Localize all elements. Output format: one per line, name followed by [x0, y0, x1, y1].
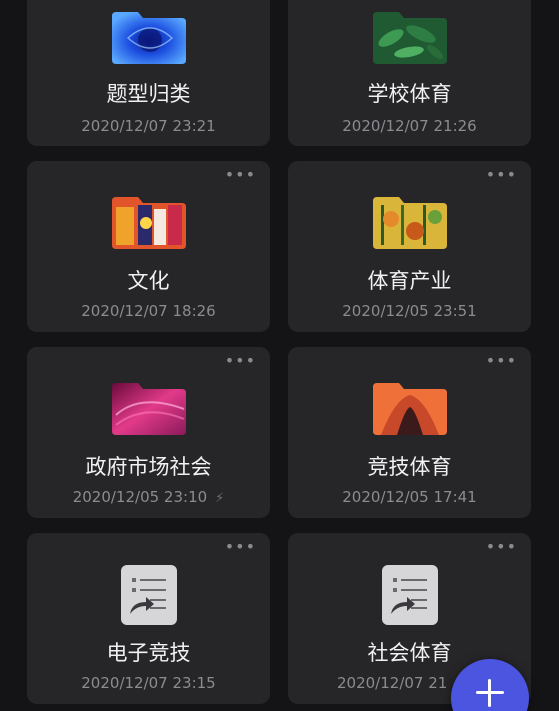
shared-note-icon: [381, 565, 438, 625]
card-title: 文化: [127, 269, 170, 293]
folder-thumbnail: [371, 379, 449, 435]
card-title: 题型归类: [106, 82, 191, 106]
notebook-card[interactable]: ••• 电子竞技 2020/12/07 23:15: [27, 533, 270, 704]
folder-thumbnail: [381, 564, 439, 626]
card-date-text: 2020/12/05 23:10: [72, 488, 208, 506]
card-title: 竞技体育: [367, 455, 452, 479]
notebook-card[interactable]: 题型归类 2020/12/07 23:21: [27, 0, 270, 146]
green-leaves-folder-icon: [372, 12, 447, 64]
card-date: 2020/12/05 23:10 ⚡: [27, 488, 270, 508]
colorful-painting-folder-icon: [111, 197, 186, 249]
card-title: 学校体育: [367, 82, 452, 106]
card-title: 电子竞技: [106, 641, 191, 665]
more-options-icon[interactable]: •••: [486, 539, 517, 555]
notebook-card[interactable]: ••• 文化 2020/12/07 18:26: [27, 161, 270, 332]
orange-hair-folder-icon: [372, 383, 447, 435]
folder-thumbnail: [371, 8, 449, 64]
card-title: 体育产业: [367, 269, 452, 293]
autumn-forest-folder-icon: [372, 197, 447, 249]
blue-flower-folder-icon: [111, 12, 186, 64]
folder-thumbnail: [371, 193, 449, 249]
notebook-card[interactable]: 学校体育 2020/12/07 21:26: [288, 0, 531, 146]
folder-thumbnail: [110, 8, 188, 64]
card-title: 政府市场社会: [85, 455, 212, 479]
more-options-icon[interactable]: •••: [225, 539, 256, 555]
card-date: 2020/12/05 17:41: [342, 488, 477, 506]
card-date: 2020/12/07 18:26: [81, 302, 216, 320]
more-options-icon[interactable]: •••: [225, 167, 256, 183]
card-date: 2020/12/07 23:15: [81, 674, 216, 692]
more-options-icon[interactable]: •••: [486, 167, 517, 183]
pink-swirl-folder-icon: [111, 383, 186, 435]
card-date: 2020/12/07 23:21: [81, 117, 216, 135]
card-date: 2020/12/07 21:26: [342, 117, 477, 135]
folder-thumbnail: [110, 193, 188, 249]
notebook-card[interactable]: ••• 竞技体育 2020/12/05 17:41: [288, 347, 531, 518]
more-options-icon[interactable]: •••: [486, 353, 517, 369]
folder-thumbnail: [110, 379, 188, 435]
notebook-grid-screen: 题型归类 2020/12/07 23:21 学校体育 2020/12/07 21…: [0, 0, 559, 711]
more-options-icon[interactable]: •••: [225, 353, 256, 369]
sync-icon: ⚡: [215, 491, 225, 506]
notebook-card[interactable]: ••• 体育产业 2020/12/05 23:51: [288, 161, 531, 332]
folder-thumbnail: [120, 564, 178, 626]
card-date: 2020/12/05 23:51: [342, 302, 477, 320]
notebook-card[interactable]: ••• 政府市场社会 2020/12/05 23:10 ⚡: [27, 347, 270, 518]
plus-icon-vertical: [488, 679, 491, 707]
shared-note-icon: [120, 565, 177, 625]
